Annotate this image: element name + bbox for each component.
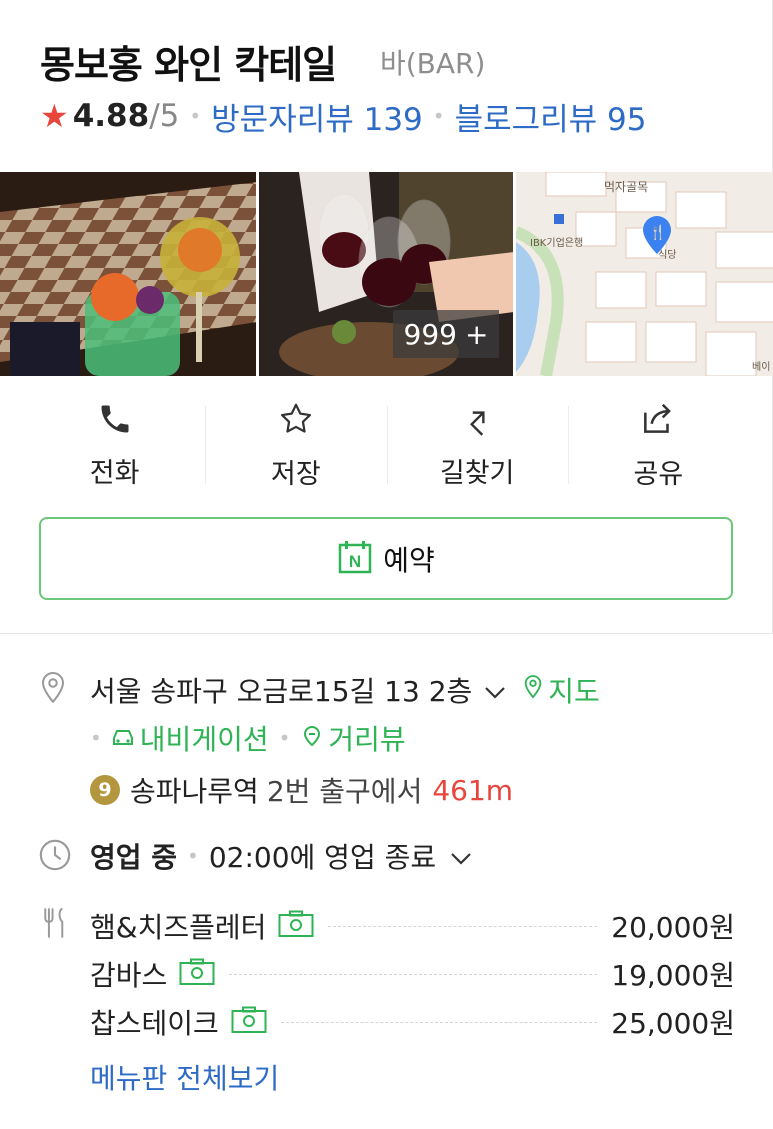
photo-wine-toast[interactable]: 999 + (259, 172, 513, 376)
map-thumbnail[interactable]: 🍴 먹자골목 IBK기업은행 식당 베이 (516, 172, 773, 376)
place-title: 몽보홍 와인 칵테일 (40, 43, 337, 87)
call-button[interactable]: 전화 (24, 400, 205, 490)
directions-icon (459, 400, 495, 437)
menu-item-name: 햄&치즈플레터 (90, 911, 267, 944)
station-name: 송파나루역 (130, 775, 259, 808)
chevron-down-icon[interactable] (450, 840, 472, 873)
visitor-reviews-link[interactable]: 방문자리뷰 139 (211, 94, 423, 139)
menu-item-name: 감바스 (90, 959, 168, 992)
share-icon (639, 400, 677, 438)
save-button[interactable]: 저장 (205, 400, 386, 490)
map-pin-green-icon (522, 674, 544, 707)
address-text[interactable]: 서울 송파구 오금로15길 13 2층 (90, 670, 472, 710)
address-row: 서울 송파구 오금로15길 13 2층 지도 (90, 670, 600, 710)
separator-dot: • (432, 104, 445, 128)
distance-text: 461m (432, 773, 514, 807)
reserve-button[interactable]: N 예약 (39, 517, 733, 600)
menu-item[interactable]: 햄&치즈플레터 20,000원 (90, 902, 735, 950)
menu-item-price: 25,000원 (611, 1007, 735, 1040)
subway-line-badge: 9 (90, 775, 120, 805)
separator-dot: • (278, 726, 291, 750)
navigation-link[interactable]: 내비게이션 (140, 718, 269, 758)
subway-row: 9 송파나루역 2번 출구에서 461m (90, 770, 513, 810)
calendar-n-icon: N (337, 539, 373, 579)
map-label-food-alley: 먹자골목 (604, 180, 649, 194)
dotted-leader (280, 1021, 598, 1023)
chevron-down-icon[interactable] (484, 674, 506, 707)
map-label-bank: IBK기업은행 (530, 238, 584, 249)
location-pin-icon (38, 670, 68, 710)
menu-item[interactable]: 찹스테이크 25,000원 (90, 998, 735, 1046)
photo-cocktails[interactable] (0, 172, 256, 376)
place-summary-card: 몽보홍 와인 칵테일 바(BAR) ★ 4.88 /5 • 방문자리뷰 139 … (0, 0, 773, 634)
menu-item[interactable]: 감바스 19,000원 (90, 950, 735, 998)
map-label-restaurant: 식당 (658, 250, 677, 261)
camera-icon (231, 1006, 267, 1038)
share-button[interactable]: 공유 (567, 400, 749, 490)
separator-dot: • (189, 104, 202, 128)
photo-count-plus: + (464, 317, 489, 351)
fork-knife-icon (40, 906, 70, 944)
blog-reviews-link[interactable]: 블로그리뷰 95 (455, 94, 647, 139)
car-icon (110, 722, 136, 755)
separator-dot: • (187, 844, 199, 868)
dotted-leader (328, 925, 598, 927)
directions-button[interactable]: 길찾기 (386, 400, 568, 490)
menu-item-name: 찹스테이크 (90, 1007, 219, 1040)
save-label: 저장 (271, 459, 321, 490)
hours-row[interactable]: 영업 중 • 02:00에 영업 종료 (90, 836, 472, 876)
share-label: 공유 (633, 459, 684, 490)
menu-list: 햄&치즈플레터 20,000원 감바스 19,000원 찹스테이크 25,000… (90, 902, 735, 1046)
directions-label: 길찾기 (439, 458, 515, 489)
clock-icon (38, 838, 72, 876)
exit-text: 2번 출구에서 (266, 775, 423, 808)
menu-item-price: 20,000원 (611, 911, 735, 944)
dotted-leader (229, 973, 598, 975)
reserve-badge: N (349, 552, 361, 571)
business-status: 영업 중 (90, 841, 178, 874)
photo-count: 999 (403, 317, 457, 351)
place-category: 바(BAR) (380, 47, 486, 80)
view-full-menu-link[interactable]: 메뉴판 전체보기 (90, 1057, 279, 1097)
street-view-icon (300, 722, 324, 755)
phone-icon (97, 400, 133, 437)
menu-item-price: 19,000원 (611, 959, 735, 992)
rating-max: /5 (149, 98, 180, 134)
map-link[interactable]: 지도 (548, 670, 600, 710)
street-view-link[interactable]: 거리뷰 (328, 718, 405, 758)
closing-time: 02:00에 영업 종료 (208, 841, 437, 874)
rating-row: ★ 4.88 /5 • 방문자리뷰 139 • 블로그리뷰 95 (40, 94, 647, 139)
photo-strip: 999 + 🍴 먹자골목 IBK기업은행 식당 베이 (0, 172, 773, 376)
svg-text:🍴: 🍴 (649, 224, 666, 241)
camera-icon (179, 958, 215, 990)
star-icon: ★ (40, 97, 69, 135)
rating-score: 4.88 (72, 98, 150, 134)
action-bar: 전화 저장 길찾기 공유 (24, 400, 749, 490)
separator-dot: • (90, 726, 102, 750)
call-label: 전화 (89, 458, 140, 489)
camera-icon (278, 910, 314, 942)
reserve-label: 예약 (383, 543, 435, 577)
navigation-row: • 내비게이션 • 거리뷰 (90, 718, 406, 758)
photo-count-badge[interactable]: 999 + (393, 310, 499, 358)
map-label-corner: 베이 (752, 362, 771, 373)
star-outline-icon (277, 400, 315, 438)
